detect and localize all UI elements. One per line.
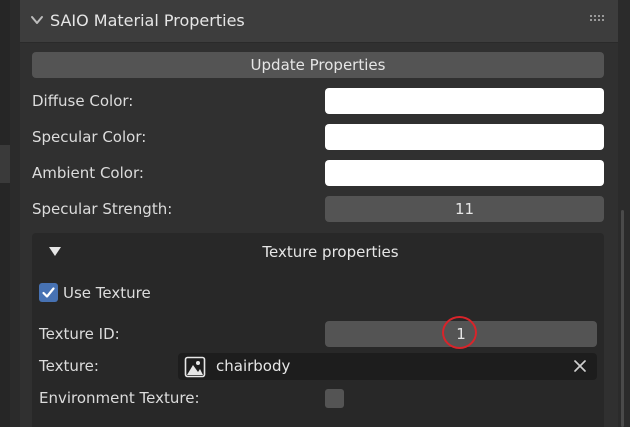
editor-left-edge [0,0,10,427]
environment-texture-label: Environment Texture: [39,389,200,407]
specular-color-field[interactable] [325,124,604,150]
specular-strength-field[interactable]: 11 [325,196,604,222]
environment-texture-checkbox[interactable] [325,389,344,408]
chevron-down-icon[interactable] [30,13,44,27]
update-properties-button[interactable]: Update Properties [32,52,604,78]
close-icon[interactable] [573,359,587,373]
checkmark-icon [42,287,55,298]
texture-label: Texture: [39,357,99,375]
scrollbar[interactable] [621,210,624,427]
texture-id-label: Texture ID: [39,325,120,343]
image-icon [184,356,206,378]
panel-title: SAIO Material Properties [50,11,245,30]
specular-color-label: Specular Color: [32,128,147,146]
texture-properties-title: Texture properties [262,243,399,261]
texture-name: chairbody [216,357,291,375]
blender-properties-view: SAIO Material Properties Update Properti… [0,0,630,427]
use-texture-checkbox[interactable] [39,283,58,302]
use-texture-label: Use Texture [63,284,151,302]
editor-left-edge-tab [0,145,10,183]
ambient-color-label: Ambient Color: [32,164,144,182]
diffuse-color-label: Diffuse Color: [32,92,134,110]
annotation-circle [442,316,477,349]
specular-strength-label: Specular Strength: [32,200,173,218]
diffuse-color-field[interactable] [325,88,604,114]
drag-handle-icon[interactable] [590,15,606,25]
ambient-color-field[interactable] [325,160,604,186]
